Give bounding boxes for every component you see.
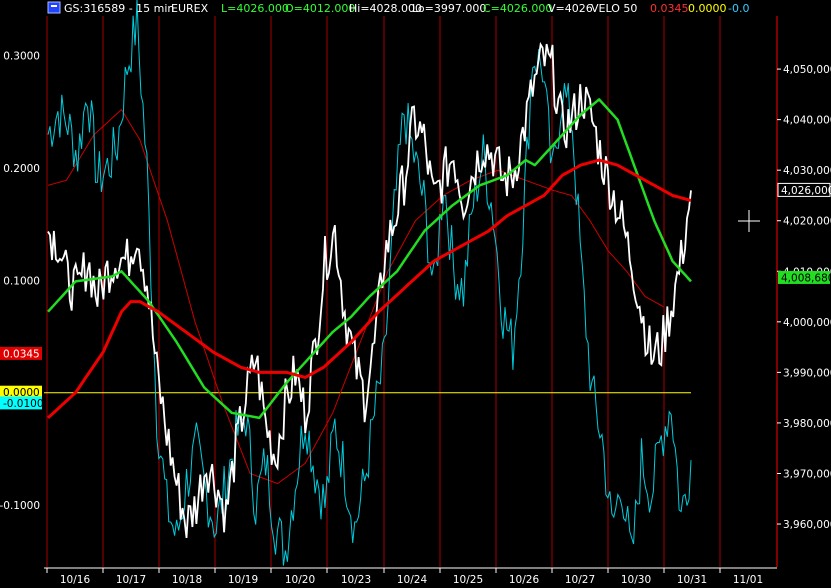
header-item: Lo=3997.000 <box>412 2 486 15</box>
axis-tags: 0.03450.0000-0.01004,026,0004,008,680 <box>0 182 831 410</box>
header-item: O=4012.000 <box>285 2 355 15</box>
left-tick-label: 0.3000 <box>3 50 40 62</box>
header-item: 0.0345 <box>650 2 689 15</box>
chart-header: GS:316589 - 15 minEUREX L=4026.000O=4012.… <box>47 1 749 15</box>
x-tick-label: 10/19 <box>228 574 258 586</box>
header-item: EUREX <box>171 2 209 15</box>
svg-text:-0.0100: -0.0100 <box>3 398 44 410</box>
right-tick-label: 4,030,000 <box>783 165 831 177</box>
x-tick-label: 10/31 <box>677 574 707 586</box>
window-icon[interactable] <box>47 1 61 14</box>
plot-area <box>44 0 721 567</box>
x-tick-label: 10/18 <box>172 574 202 586</box>
axis-value-tag: 0.0345 <box>0 346 42 360</box>
x-tick-label: 10/16 <box>60 574 91 586</box>
axis-value-tag: -0.0100 <box>0 396 44 410</box>
right-tick-label: 4,000,000 <box>783 317 831 329</box>
right-tick-label: 3,970,000 <box>783 468 831 480</box>
header-item: L=4026.000 <box>221 2 289 15</box>
header-item: C=4026.000 <box>483 2 552 15</box>
x-tick-label: 10/17 <box>116 574 146 586</box>
x-tick-label: 10/27 <box>565 574 595 586</box>
header-item: GS:316589 - 15 min <box>64 2 174 15</box>
svg-text:4,026,000: 4,026,000 <box>781 185 831 197</box>
thin-moving-average-line <box>47 108 664 485</box>
right-tick-label: 4,050,000 <box>783 64 831 76</box>
price-chart[interactable]: GS:316589 - 15 minEUREX L=4026.000O=4012.… <box>0 0 831 588</box>
header-item: VELO 50 <box>591 2 637 15</box>
x-tick-label: 10/26 <box>509 574 540 586</box>
header-item: 0.0000 <box>688 2 727 15</box>
x-tick-label: 10/30 <box>621 574 651 586</box>
axis-value-tag: 4,008,680 <box>778 270 831 284</box>
right-tick-label: 4,020,000 <box>783 216 831 228</box>
header-item: -0.0 <box>728 2 749 15</box>
left-tick-label: 0.2000 <box>3 163 40 175</box>
x-tick-label: 10/24 <box>397 574 428 586</box>
right-tick-label: 3,990,000 <box>783 367 831 379</box>
right-tick-label: 4,040,000 <box>783 115 831 127</box>
price-line <box>47 41 692 538</box>
x-tick-label: 10/20 <box>285 574 315 586</box>
crosshair-cursor-icon <box>738 210 760 232</box>
x-tick-label: 11/01 <box>733 574 763 586</box>
left-tick-label: 0.1000 <box>3 275 40 287</box>
axes: 0.3000 0.2000 0.1000 -0.1000 4,050,000 4,040,… <box>0 16 831 586</box>
svg-text:0.0345: 0.0345 <box>3 348 40 360</box>
left-tick-label: -0.1000 <box>0 500 40 512</box>
header-item: V=4026 <box>548 2 593 15</box>
x-tick-label: 10/23 <box>341 574 371 586</box>
right-tick-label: 3,980,000 <box>783 418 831 430</box>
right-tick-label: 3,960,000 <box>783 519 831 531</box>
svg-text:4,008,680: 4,008,680 <box>781 272 831 284</box>
axis-value-tag: 4,026,000 <box>777 182 831 197</box>
x-tick-label: 10/25 <box>453 574 483 586</box>
